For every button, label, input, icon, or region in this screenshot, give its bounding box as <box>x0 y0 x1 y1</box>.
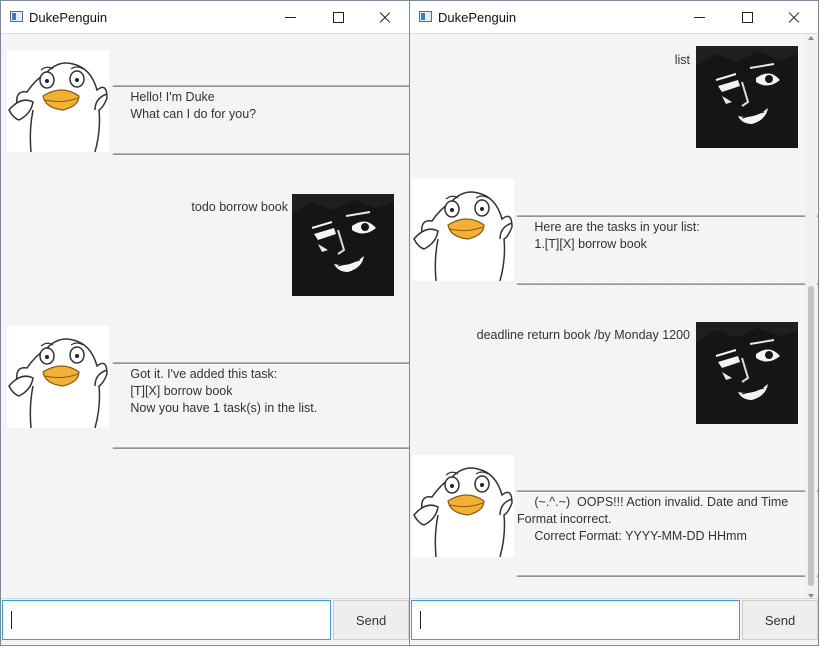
send-button[interactable]: Send <box>742 600 818 640</box>
minimize-icon[interactable] <box>267 1 313 33</box>
app-icon <box>10 11 23 22</box>
window-title: DukePenguin <box>438 10 517 25</box>
close-icon[interactable] <box>361 1 407 33</box>
send-button[interactable]: Send <box>333 600 409 640</box>
duke-message: ________________________________________… <box>517 203 819 285</box>
user-message: list <box>674 53 690 67</box>
window-left: DukePenguin ____________________________… <box>0 0 410 646</box>
duke-avatar <box>7 50 109 152</box>
maximize-icon[interactable] <box>315 1 361 33</box>
duke-message: ________________________________________… <box>517 478 819 577</box>
duke-avatar <box>412 455 514 557</box>
title-separator <box>1 33 409 34</box>
scrollbar-thumb[interactable] <box>808 286 814 586</box>
duke-message: ________________________________________… <box>113 73 409 155</box>
window-right: DukePenguin list _______________________… <box>409 0 819 646</box>
duke-avatar <box>7 326 109 428</box>
title-bar: DukePenguin <box>1 1 409 33</box>
text-caret <box>11 611 12 629</box>
user-avatar <box>696 46 798 148</box>
user-message: deadline return book /by Monday 1200 <box>476 328 690 342</box>
app-icon <box>419 11 432 22</box>
duke-message: ________________________________________… <box>113 350 409 449</box>
user-avatar <box>696 322 798 424</box>
title-separator <box>410 33 818 34</box>
user-message: todo borrow book <box>191 200 288 214</box>
user-avatar <box>292 194 394 296</box>
duke-avatar <box>412 179 514 281</box>
window-title: DukePenguin <box>29 10 108 25</box>
maximize-icon[interactable] <box>724 1 770 33</box>
close-icon[interactable] <box>770 1 816 33</box>
message-input[interactable] <box>411 600 740 640</box>
input-bar: Send <box>410 598 818 645</box>
scroll-up-arrow-icon[interactable] <box>808 36 814 40</box>
message-input[interactable] <box>2 600 331 640</box>
text-caret <box>420 611 421 629</box>
vertical-scrollbar[interactable] <box>805 34 817 600</box>
minimize-icon[interactable] <box>676 1 722 33</box>
input-bar: Send <box>1 598 409 645</box>
title-bar: DukePenguin <box>410 1 818 33</box>
